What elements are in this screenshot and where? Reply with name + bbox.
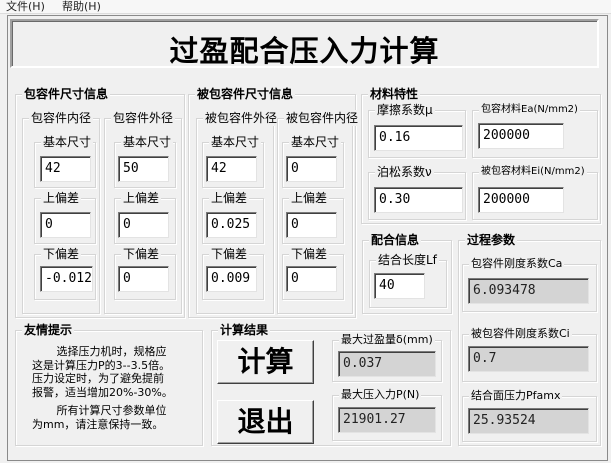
container-inner-upper-input[interactable]: 0 <box>40 212 91 238</box>
contained-inner-lower-input[interactable]: 0 <box>286 266 337 292</box>
upper-deviation-label: 上偏差 <box>209 190 250 206</box>
contained-inner-label: 被包容件内径 <box>284 110 361 126</box>
upper-deviation-label: 上偏差 <box>121 190 162 206</box>
lower-deviation-label: 下偏差 <box>289 246 330 262</box>
ci-label: 被包容件刚度系数Ci <box>469 326 572 342</box>
fit-info-label: 配合信息 <box>369 232 422 248</box>
ei-label: 被包容材料Ei(N/mm2) <box>479 164 587 180</box>
basic-size-label: 基本尺寸 <box>289 134 342 150</box>
contained-outer-lower-input[interactable]: 0.009 <box>206 266 257 292</box>
contained-outer-upper-input[interactable]: 0.025 <box>206 212 257 238</box>
max-force-label: 最大压入力P(N) <box>339 387 422 403</box>
container-inner-basic-input[interactable]: 42 <box>40 156 91 182</box>
container-size-label: 包容件尺寸信息 <box>22 86 111 102</box>
pf-output: 25.93524 <box>468 408 589 434</box>
result-label: 计算结果 <box>218 322 271 338</box>
lower-deviation-label: 下偏差 <box>41 246 82 262</box>
max-interference-label: 最大过盈量δ(mm) <box>339 332 435 348</box>
tips-text-1: 选择压力机时，规格应 这是计算压力P的3--3.5倍。 压力设定时，为了避免提前… <box>32 345 173 399</box>
ca-label: 包容件刚度系数Ca <box>469 256 565 272</box>
poisson-label: 泊松系数ν <box>375 164 434 180</box>
menu-bar: 文件(H) 帮助(H) <box>0 0 611 14</box>
container-inner-lower-input[interactable]: -0.012 <box>40 266 93 292</box>
ci-output: 0.7 <box>468 346 589 372</box>
pf-label: 结合面压力Pfamx <box>469 388 563 404</box>
basic-size-label: 基本尺寸 <box>121 134 174 150</box>
container-outer-label: 包容件外径 <box>111 110 176 126</box>
container-outer-lower-input[interactable]: 0 <box>118 266 169 292</box>
exit-button[interactable]: 退出 <box>217 400 314 444</box>
basic-size-label: 基本尺寸 <box>209 134 262 150</box>
menu-help[interactable]: 帮助(H) <box>62 0 101 13</box>
fit-length-label: 结合长度Lf <box>376 252 439 268</box>
poisson-input[interactable]: 0.30 <box>374 187 463 213</box>
container-outer-basic-input[interactable]: 50 <box>118 156 169 182</box>
upper-deviation-label: 上偏差 <box>289 190 330 206</box>
lower-deviation-label: 下偏差 <box>209 246 250 262</box>
page-title: 过盈配合压入力计算 <box>169 34 440 68</box>
contained-size-label: 被包容件尺寸信息 <box>195 86 296 102</box>
tips-label: 友情提示 <box>22 322 75 338</box>
friction-input[interactable]: 0.16 <box>374 125 463 151</box>
title-panel: 过盈配合压入力计算 <box>10 19 599 68</box>
ea-label: 包容材料Ea(N/mm2) <box>479 102 580 118</box>
tips-text-2: 所有计算尺寸参数单位 为mm，请注意保持一致。 <box>32 404 167 431</box>
upper-deviation-label: 上偏差 <box>41 190 82 206</box>
menu-file[interactable]: 文件(H) <box>6 0 45 13</box>
basic-size-label: 基本尺寸 <box>41 134 94 150</box>
max-interference-output: 0.037 <box>338 351 436 377</box>
contained-outer-label: 被包容件外径 <box>203 110 280 126</box>
container-outer-upper-input[interactable]: 0 <box>118 212 169 238</box>
contained-outer-basic-input[interactable]: 42 <box>206 156 257 182</box>
max-force-output: 21901.27 <box>338 407 436 433</box>
material-label: 材料特性 <box>368 86 421 102</box>
ea-input[interactable]: 200000 <box>478 123 564 149</box>
ca-output: 6.093478 <box>468 278 589 304</box>
calculate-button[interactable]: 计算 <box>217 340 314 384</box>
friction-label: 摩擦系数μ <box>375 102 435 118</box>
process-params-label: 过程参数 <box>465 232 518 248</box>
fit-length-input[interactable]: 40 <box>374 273 425 299</box>
contained-inner-upper-input[interactable]: 0 <box>286 212 337 238</box>
lower-deviation-label: 下偏差 <box>121 246 162 262</box>
contained-inner-basic-input[interactable]: 0 <box>286 156 337 182</box>
container-inner-label: 包容件内径 <box>29 110 94 126</box>
ei-input[interactable]: 200000 <box>478 187 564 213</box>
